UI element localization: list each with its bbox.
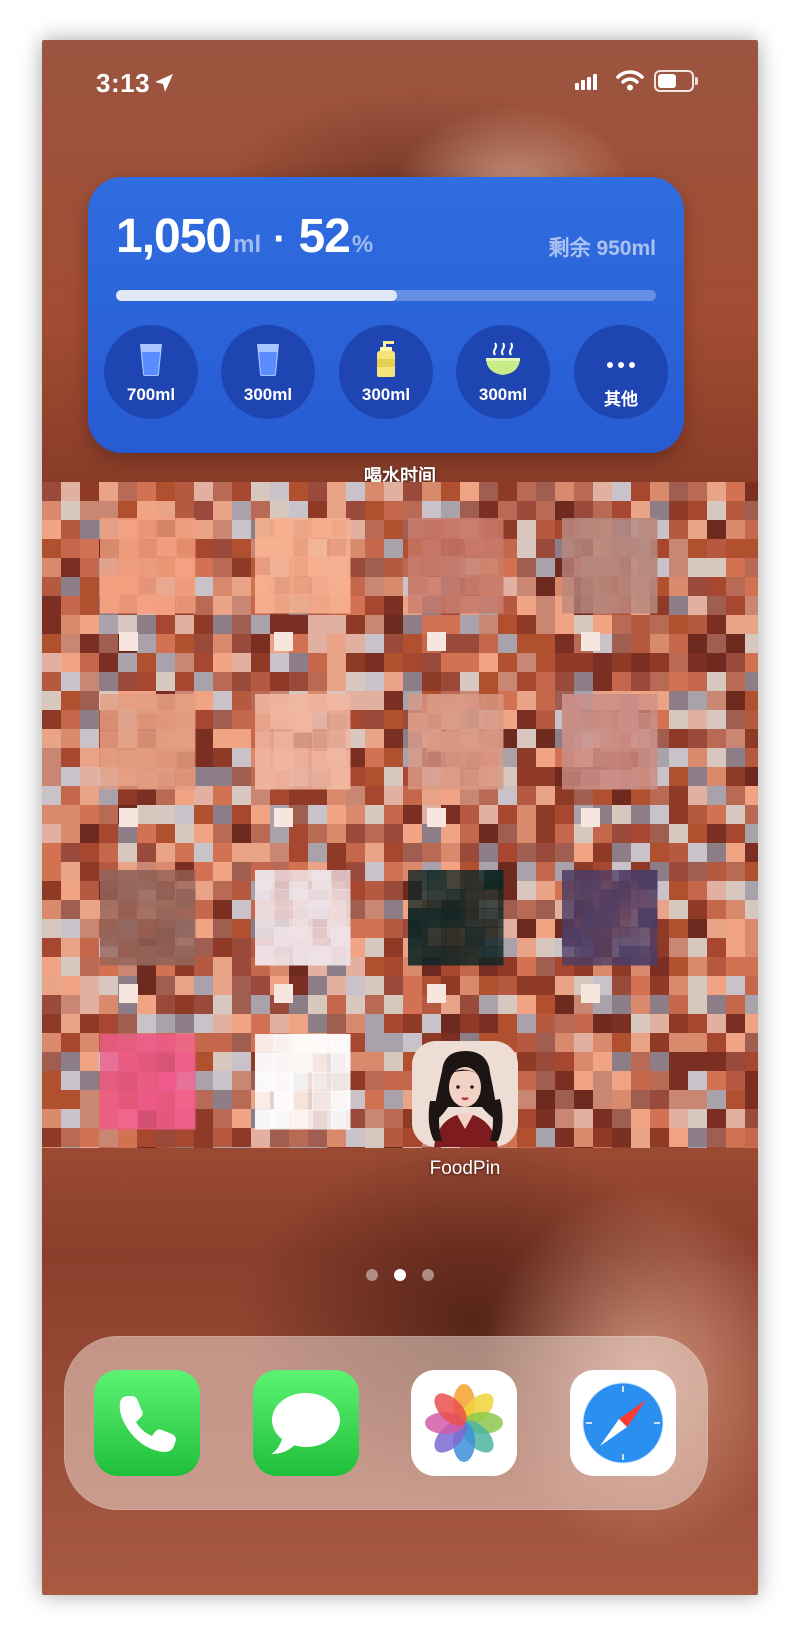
more-dots-icon [607, 362, 635, 368]
add-300ml-soup-button[interactable]: 300ml [456, 325, 550, 419]
percent-value: 52 [298, 210, 350, 263]
status-time: 3:13 [96, 68, 151, 98]
water-summary: 1,050ml · 52% [116, 209, 373, 264]
button-label: 300ml [361, 385, 411, 404]
pixelated-app-grid [42, 482, 758, 1148]
quick-add-buttons: 700ml 300ml 300ml 300ml 其他 [104, 325, 668, 425]
remaining-amount: 剩余 950ml [548, 237, 656, 260]
location-arrow-icon [155, 74, 173, 92]
add-300ml-juice-button[interactable]: 300ml [339, 325, 433, 419]
messages-app-icon[interactable] [253, 1370, 359, 1476]
safari-app-icon[interactable] [570, 1370, 676, 1476]
button-label: 300ml [243, 385, 293, 404]
add-300ml-water-button[interactable]: 300ml [221, 325, 315, 419]
percent-unit: % [351, 231, 374, 258]
page-dot-3[interactable] [422, 1269, 434, 1281]
progress-track [116, 290, 656, 301]
button-label: 其他 [604, 390, 638, 409]
separator-dot: · [273, 217, 287, 261]
status-bar: 3:13 [42, 40, 758, 130]
cellular-signal-icon [575, 72, 599, 90]
button-label: 700ml [126, 385, 176, 404]
foodpin-app-label: FoodPin [429, 1158, 501, 1179]
water-glass-icon [257, 344, 279, 376]
phone-app-icon[interactable] [94, 1370, 200, 1476]
button-label: 300ml [478, 385, 528, 404]
page-dot-2[interactable] [394, 1269, 406, 1281]
compass-icon [582, 1382, 664, 1464]
consumed-unit: ml [233, 231, 262, 258]
photos-app-icon[interactable] [411, 1370, 517, 1476]
photos-flower-icon [425, 1384, 503, 1462]
progress-fill [116, 290, 397, 301]
home-screen: 3:13 1,050ml · 52% 剩余 950ml 700ml 300ml … [42, 40, 758, 1595]
soup-bowl-icon [486, 342, 520, 375]
page-indicator[interactable] [42, 1268, 758, 1286]
water-glass-icon [140, 344, 162, 376]
dock [64, 1336, 708, 1510]
phone-handset-icon [119, 1396, 176, 1452]
portrait-avatar-icon [412, 1041, 518, 1147]
speech-bubble-icon [271, 1393, 340, 1454]
wifi-icon [616, 70, 644, 91]
consumed-amount: 1,050 [116, 210, 232, 263]
page-dot-1[interactable] [366, 1269, 378, 1281]
juice-bottle-icon [377, 341, 395, 377]
battery-tip [695, 77, 698, 85]
foodpin-app-icon[interactable] [412, 1041, 518, 1147]
water-intake-widget[interactable]: 1,050ml · 52% 剩余 950ml 700ml 300ml 300ml… [88, 177, 684, 453]
battery-level [658, 74, 676, 88]
battery-icon [654, 70, 694, 92]
add-700ml-button[interactable]: 700ml [104, 325, 198, 419]
add-other-button[interactable]: 其他 [574, 325, 668, 419]
